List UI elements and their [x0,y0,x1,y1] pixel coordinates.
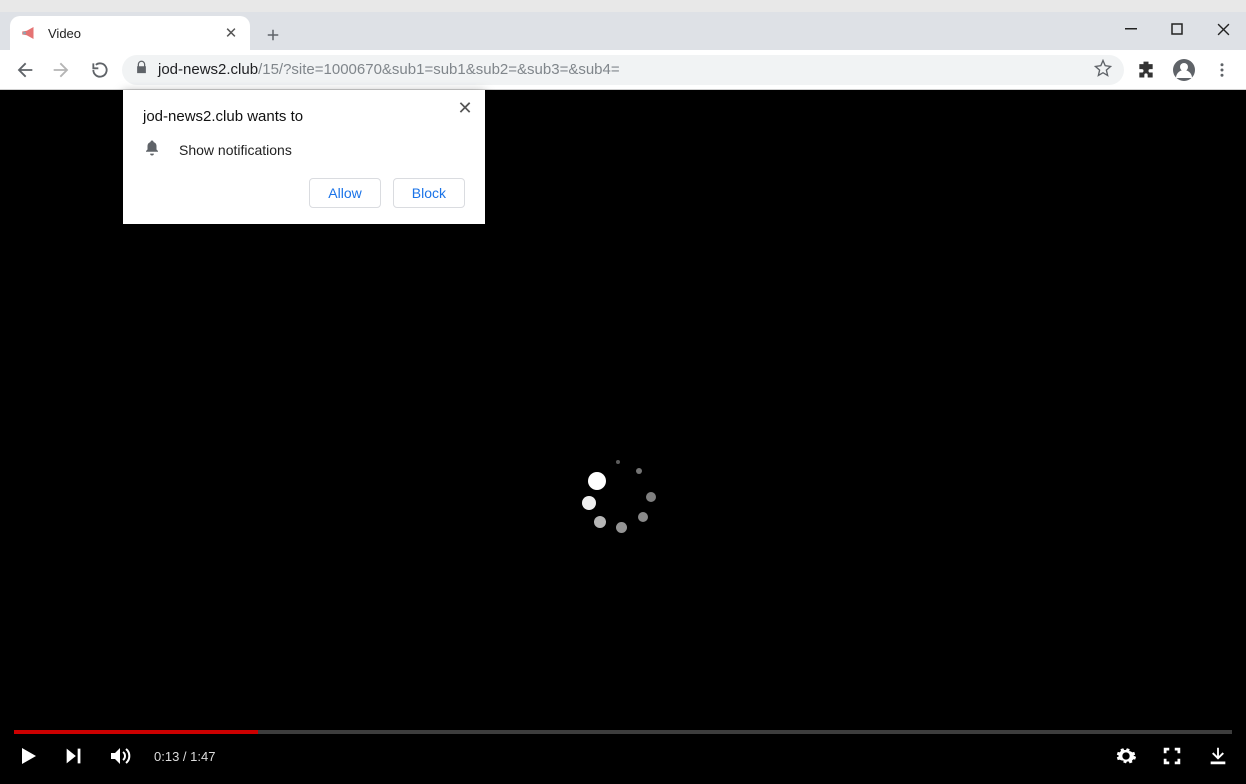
window-controls [1108,12,1246,46]
fullscreen-button[interactable] [1160,744,1184,768]
bookmark-star-icon[interactable] [1094,59,1112,81]
lock-icon [134,60,150,79]
block-button[interactable]: Block [393,178,465,208]
url-path: /15/?site=1000670&sub1=sub1&sub2=&sub3=&… [258,61,620,78]
profile-button[interactable] [1168,54,1200,86]
maximize-button[interactable] [1154,12,1200,46]
permission-item-label: Show notifications [179,142,292,158]
back-button[interactable] [8,54,40,86]
download-button[interactable] [1206,744,1230,768]
video-control-bar: 0:13 / 1:47 [0,730,1246,784]
browser-tab-active[interactable]: Video ✕ [10,16,250,50]
time-current: 0:13 [154,749,179,764]
megaphone-icon [20,24,38,42]
address-bar[interactable]: jod-news2.club/15/?site=1000670&sub1=sub… [122,55,1124,85]
url-domain: jod-news2.club [158,61,258,78]
tab-title: Video [48,26,81,41]
kebab-menu-button[interactable] [1206,54,1238,86]
forward-button[interactable] [46,54,78,86]
browser-toolbar: jod-news2.club/15/?site=1000670&sub1=sub… [0,50,1246,90]
close-tab-icon[interactable]: ✕ [222,24,240,42]
reload-button[interactable] [84,54,116,86]
tab-strip: Video ✕ [0,12,1246,50]
settings-gear-icon[interactable] [1114,744,1138,768]
allow-button[interactable]: Allow [309,178,380,208]
notification-permission-popup: ✕ jod-news2.club wants to Show notificat… [123,90,485,224]
permission-item-row: Show notifications [143,139,465,160]
permission-title: jod-news2.club wants to [143,108,465,125]
progress-played [14,730,258,734]
extensions-button[interactable] [1130,54,1162,86]
new-tab-button[interactable] [258,20,288,50]
volume-button[interactable] [108,744,132,768]
url-text: jod-news2.club/15/?site=1000670&sub1=sub… [158,61,620,78]
next-button[interactable] [62,744,86,768]
time-duration: 1:47 [190,749,215,764]
bell-icon [143,139,161,160]
loading-spinner-icon [580,460,670,550]
minimize-button[interactable] [1108,12,1154,46]
close-icon[interactable]: ✕ [455,98,475,118]
time-display: 0:13 / 1:47 [154,749,215,764]
window-titlebar [0,0,1246,12]
progress-track[interactable] [14,730,1232,734]
play-button[interactable] [16,744,40,768]
close-window-button[interactable] [1200,12,1246,46]
